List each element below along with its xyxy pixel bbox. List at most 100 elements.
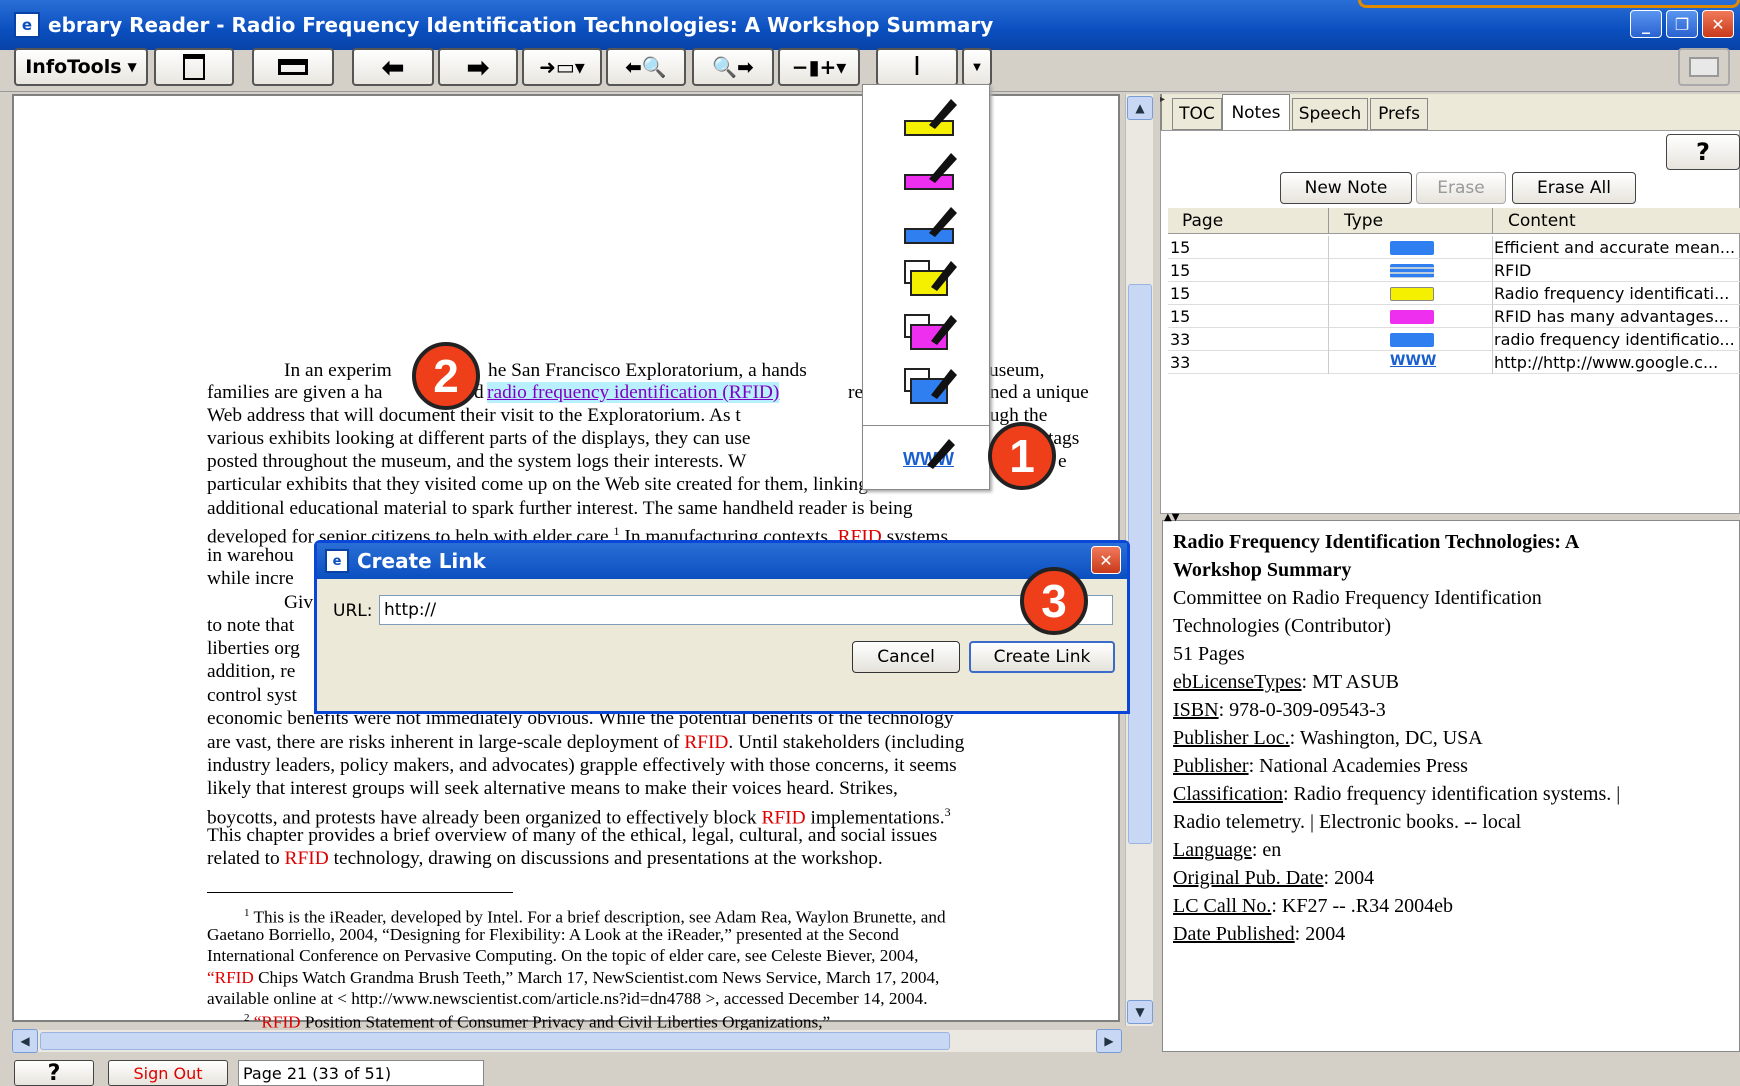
search-next-icon: 🔍➡ bbox=[712, 55, 754, 79]
text-cursor-icon: I bbox=[913, 52, 921, 82]
table-row[interactable]: 15 Radio frequency identificati... bbox=[1168, 282, 1740, 305]
maximize-button[interactable]: ❐ bbox=[1666, 10, 1698, 38]
note-content: RFID bbox=[1494, 261, 1532, 280]
scroll-down-button[interactable]: ▼ bbox=[1127, 1000, 1153, 1024]
document-horizontal-scrollbar[interactable]: ◀ ▶ bbox=[12, 1029, 1122, 1053]
highlight-dropdown-button[interactable]: ▼ bbox=[962, 48, 992, 86]
pen-icon bbox=[927, 439, 955, 469]
create-link-dialog: e Create Link ✕ URL: Cancel Create Link bbox=[314, 540, 1130, 714]
page-options-button[interactable]: −▮+▾ bbox=[778, 48, 860, 86]
magenta-note-icon[interactable] bbox=[903, 309, 959, 353]
field-label-language[interactable]: Language bbox=[1173, 839, 1252, 861]
sign-out-button[interactable]: Sign Out bbox=[108, 1060, 228, 1086]
infotools-menu-button[interactable]: InfoTools ▼ bbox=[14, 48, 148, 86]
field-label-classification[interactable]: Classification bbox=[1173, 783, 1283, 805]
column-header-content[interactable]: Content bbox=[1508, 211, 1576, 231]
table-row[interactable]: 15 Efficient and accurate mean... bbox=[1168, 236, 1740, 259]
step-badge-3: 3 bbox=[1020, 567, 1088, 635]
panel-toggle-button[interactable] bbox=[1678, 48, 1730, 86]
text-select-tool-button[interactable]: I bbox=[876, 48, 958, 86]
notes-help-button[interactable]: ? bbox=[1666, 134, 1740, 170]
create-link-button[interactable]: Create Link bbox=[969, 641, 1115, 673]
minimize-button[interactable]: _ bbox=[1630, 10, 1662, 38]
www-link-tool[interactable]: WWW bbox=[903, 435, 959, 479]
book-info-panel: Radio Frequency Identification Technolog… bbox=[1162, 520, 1740, 1052]
magenta-highlighter-icon[interactable] bbox=[903, 149, 959, 193]
erase-button[interactable]: Erase bbox=[1416, 172, 1506, 204]
dialog-close-button[interactable]: ✕ bbox=[1091, 546, 1121, 574]
blue-note-icon[interactable] bbox=[903, 363, 959, 407]
dialog-title: Create Link bbox=[357, 549, 486, 573]
field-label-lc-call-no[interactable]: LC Call No. bbox=[1173, 895, 1271, 917]
yellow-note-icon[interactable] bbox=[903, 255, 959, 299]
clipboard-button[interactable] bbox=[154, 48, 234, 86]
splitter-handle[interactable]: ▲▼ bbox=[1164, 512, 1179, 523]
text-line: technology, drawing on discussions and p… bbox=[328, 848, 883, 869]
text-line: control syst bbox=[207, 685, 297, 706]
close-button[interactable]: ✕ bbox=[1702, 10, 1734, 38]
scroll-right-button[interactable]: ▶ bbox=[1096, 1029, 1122, 1053]
magenta-highlight-icon bbox=[1390, 310, 1434, 324]
scroll-left-button[interactable]: ◀ bbox=[12, 1029, 38, 1053]
blue-highlighter-icon[interactable] bbox=[903, 203, 959, 247]
field-label-date-published[interactable]: Date Published bbox=[1173, 923, 1295, 945]
note-page: 33 bbox=[1170, 353, 1191, 372]
text-line: in warehou bbox=[207, 545, 294, 566]
field-label-original-pub-date[interactable]: Original Pub. Date bbox=[1173, 867, 1324, 889]
panel-collapse-handle[interactable]: ▸ bbox=[1160, 94, 1170, 124]
dropdown-divider bbox=[863, 425, 989, 426]
field-label-isbn[interactable]: ISBN bbox=[1173, 699, 1219, 721]
erase-all-button[interactable]: Erase All bbox=[1512, 172, 1636, 204]
chevron-right-icon: ▸ bbox=[1160, 94, 1166, 105]
yellow-highlighter-icon[interactable] bbox=[903, 95, 959, 139]
table-row[interactable]: 15 RFID bbox=[1168, 259, 1740, 282]
note-page: 15 bbox=[1170, 284, 1191, 303]
forward-button[interactable]: ➡ bbox=[438, 48, 518, 86]
field-value: 2004 bbox=[1300, 923, 1346, 945]
url-input[interactable] bbox=[379, 595, 1113, 625]
chevron-down-icon: ▼ bbox=[127, 60, 137, 74]
text-line: to note that bbox=[207, 615, 295, 636]
column-header-page[interactable]: Page bbox=[1182, 211, 1223, 231]
chevron-down-icon: ▼ bbox=[1135, 1005, 1145, 1019]
scroll-up-button[interactable]: ▲ bbox=[1127, 96, 1153, 120]
field-label-publisher-loc[interactable]: Publisher Loc. bbox=[1173, 727, 1290, 749]
text-line: gned a unique bbox=[980, 382, 1089, 403]
text-line: e bbox=[1058, 451, 1067, 472]
www-link-icon: WWW bbox=[1390, 353, 1437, 369]
search-next-button[interactable]: 🔍➡ bbox=[692, 48, 774, 86]
field-label-license[interactable]: ebLicenseTypes bbox=[1173, 671, 1302, 693]
new-note-button[interactable]: New Note bbox=[1280, 172, 1412, 204]
text-line: re bbox=[848, 382, 864, 403]
text-line: particular exhibits that they visited co… bbox=[207, 474, 888, 495]
goto-page-button[interactable]: ➜▭▾ bbox=[522, 48, 602, 86]
scrollbar-thumb[interactable] bbox=[40, 1032, 950, 1050]
url-label: URL: bbox=[333, 601, 373, 621]
field-label-publisher[interactable]: Publisher bbox=[1173, 755, 1249, 777]
footnote-ref: 3 bbox=[944, 805, 951, 819]
highlighted-link-text[interactable]: radio frequency identification (RFID) bbox=[487, 382, 780, 403]
text-line: . Until stakeholders (including bbox=[728, 732, 965, 753]
book-pages: 51 Pages bbox=[1173, 643, 1245, 665]
column-header-type[interactable]: Type bbox=[1344, 211, 1383, 231]
yellow-highlight-icon bbox=[1390, 287, 1434, 301]
text-line: useum, bbox=[989, 360, 1045, 381]
table-row[interactable]: 33 radio frequency identificatio... bbox=[1168, 328, 1740, 351]
print-button[interactable] bbox=[252, 48, 334, 86]
tab-speech[interactable]: Speech bbox=[1292, 98, 1368, 130]
step-badge-1: 1 bbox=[988, 422, 1056, 490]
tab-notes[interactable]: Notes bbox=[1222, 94, 1290, 130]
field-value: Radio telemetry. | Electronic books. -- … bbox=[1173, 811, 1522, 833]
tab-toc[interactable]: TOC bbox=[1172, 98, 1222, 130]
note-page: 15 bbox=[1170, 238, 1191, 257]
book-title: Workshop Summary bbox=[1173, 559, 1352, 581]
cancel-button[interactable]: Cancel bbox=[852, 641, 960, 673]
scrollbar-thumb[interactable] bbox=[1128, 284, 1152, 844]
back-button[interactable]: ⬅ bbox=[352, 48, 434, 86]
tab-prefs[interactable]: Prefs bbox=[1370, 98, 1428, 130]
search-previous-button[interactable]: ⬅🔍 bbox=[606, 48, 686, 86]
table-row[interactable]: 33 WWW http://http://www.google.c... bbox=[1168, 351, 1740, 374]
text-line: likely that interest groups will seek al… bbox=[207, 778, 898, 799]
table-row[interactable]: 15 RFID has many advantages... bbox=[1168, 305, 1740, 328]
help-button[interactable]: ? bbox=[14, 1060, 94, 1086]
